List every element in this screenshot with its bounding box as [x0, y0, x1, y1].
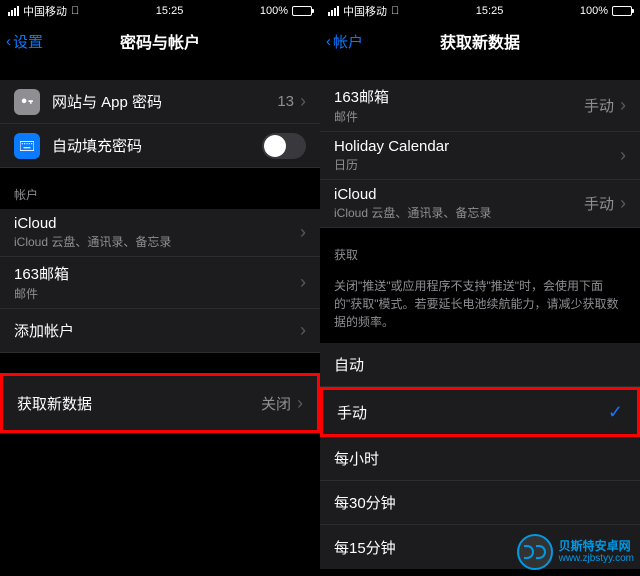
signal-icon — [8, 6, 19, 16]
watermark-name: 贝斯特安卓网 — [559, 539, 634, 553]
row-label: 每15分钟 — [334, 537, 396, 558]
row-option-manual[interactable]: 手动 ✓ — [323, 390, 637, 434]
signal-icon — [328, 6, 339, 16]
row-account-163[interactable]: 163邮箱 邮件 › — [0, 257, 320, 309]
chevron-right-icon: › — [300, 91, 306, 112]
row-label: Holiday Calendar — [334, 138, 620, 155]
battery-icon — [292, 6, 312, 16]
chevron-right-icon: › — [620, 145, 626, 166]
screen-passwords-accounts: 中国移动 􀙇 15:25 100% ‹ 设置 密码与帐户 网站与 App 密码 … — [0, 0, 320, 576]
group-header-accounts: 帐户 — [0, 168, 320, 209]
row-value: 手动 — [584, 193, 614, 214]
row-account-icloud[interactable]: iCloud iCloud 云盘、通讯录、备忘录 › — [0, 209, 320, 257]
row-label: 每30分钟 — [334, 492, 396, 513]
row-label: 自动填充密码 — [52, 135, 262, 156]
battery-percent: 100% — [580, 5, 608, 17]
row-account-163[interactable]: 163邮箱 邮件 手动 › — [320, 80, 640, 132]
status-bar: 中国移动 􀙇 15:25 100% — [320, 0, 640, 22]
row-label: 自动 — [334, 354, 364, 375]
carrier-label: 中国移动 — [23, 3, 67, 19]
chevron-left-icon: ‹ — [326, 33, 331, 50]
checkmark-icon: ✓ — [608, 402, 623, 423]
row-label: 163邮箱 — [14, 263, 300, 284]
status-time: 15:25 — [156, 5, 184, 17]
row-option-30min[interactable]: 每30分钟 — [320, 481, 640, 525]
row-account-holiday-calendar[interactable]: Holiday Calendar 日历 › — [320, 132, 640, 180]
screen-fetch-new-data: 中国移动 􀙇 15:25 100% ‹ 帐户 获取新数据 163邮箱 邮件 手动… — [320, 0, 640, 576]
wifi-icon: 􀙇 — [71, 5, 79, 17]
chevron-right-icon: › — [300, 320, 306, 341]
keyboard-icon — [14, 133, 40, 159]
row-sublabel: 邮件 — [334, 108, 584, 125]
chevron-right-icon: › — [300, 272, 306, 293]
row-sublabel: 邮件 — [14, 285, 300, 302]
chevron-right-icon: › — [620, 193, 626, 214]
row-label: 每小时 — [334, 448, 379, 469]
row-sublabel: 日历 — [334, 156, 620, 173]
watermark-logo-icon — [517, 534, 553, 570]
nav-bar: ‹ 设置 密码与帐户 — [0, 22, 320, 60]
back-button[interactable]: ‹ 设置 — [0, 31, 43, 52]
row-fetch-new-data[interactable]: 获取新数据 关闭 › — [3, 376, 317, 430]
row-option-hourly[interactable]: 每小时 — [320, 437, 640, 481]
row-value: 13 — [277, 93, 294, 110]
key-icon — [14, 89, 40, 115]
chevron-right-icon: › — [297, 393, 303, 414]
row-website-app-passwords[interactable]: 网站与 App 密码 13 › — [0, 80, 320, 124]
carrier-label: 中国移动 — [343, 3, 387, 19]
status-bar: 中国移动 􀙇 15:25 100% — [0, 0, 320, 22]
row-add-account[interactable]: 添加帐户 › — [0, 309, 320, 353]
group-header-fetch: 获取 — [320, 228, 640, 269]
autofill-toggle[interactable] — [262, 133, 306, 159]
row-account-icloud[interactable]: iCloud iCloud 云盘、通讯录、备忘录 手动 › — [320, 180, 640, 228]
row-label: iCloud — [14, 215, 300, 232]
watermark: 贝斯特安卓网 www.zjbstyy.com — [517, 534, 634, 570]
chevron-right-icon: › — [300, 222, 306, 243]
wifi-icon: 􀙇 — [391, 5, 399, 17]
battery-percent: 100% — [260, 5, 288, 17]
row-autofill-passwords[interactable]: 自动填充密码 — [0, 124, 320, 168]
row-label: 获取新数据 — [17, 393, 261, 414]
chevron-right-icon: › — [620, 95, 626, 116]
page-title: 获取新数据 — [320, 29, 640, 53]
back-button[interactable]: ‹ 帐户 — [320, 31, 363, 52]
watermark-url: www.zjbstyy.com — [559, 553, 634, 565]
chevron-left-icon: ‹ — [6, 33, 11, 50]
row-value: 手动 — [584, 95, 614, 116]
row-sublabel: iCloud 云盘、通讯录、备忘录 — [14, 233, 300, 250]
group-footer-fetch: 关闭"推送"或应用程序不支持"推送"时，会使用下面的"获取"模式。若要延长电池续… — [320, 269, 640, 343]
highlight-fetch-new-data: 获取新数据 关闭 › — [0, 373, 320, 433]
back-label: 设置 — [13, 31, 43, 52]
back-label: 帐户 — [333, 31, 363, 52]
highlight-option-manual: 手动 ✓ — [320, 387, 640, 437]
row-label: 网站与 App 密码 — [52, 91, 277, 112]
nav-bar: ‹ 帐户 获取新数据 — [320, 22, 640, 60]
row-option-auto[interactable]: 自动 — [320, 343, 640, 387]
row-label: 添加帐户 — [14, 320, 300, 341]
row-label: 163邮箱 — [334, 86, 584, 107]
row-label: 手动 — [337, 402, 367, 423]
page-title: 密码与帐户 — [0, 29, 320, 53]
battery-icon — [612, 6, 632, 16]
status-time: 15:25 — [476, 5, 504, 17]
row-label: iCloud — [334, 186, 584, 203]
row-value: 关闭 — [261, 393, 291, 414]
row-sublabel: iCloud 云盘、通讯录、备忘录 — [334, 204, 584, 221]
